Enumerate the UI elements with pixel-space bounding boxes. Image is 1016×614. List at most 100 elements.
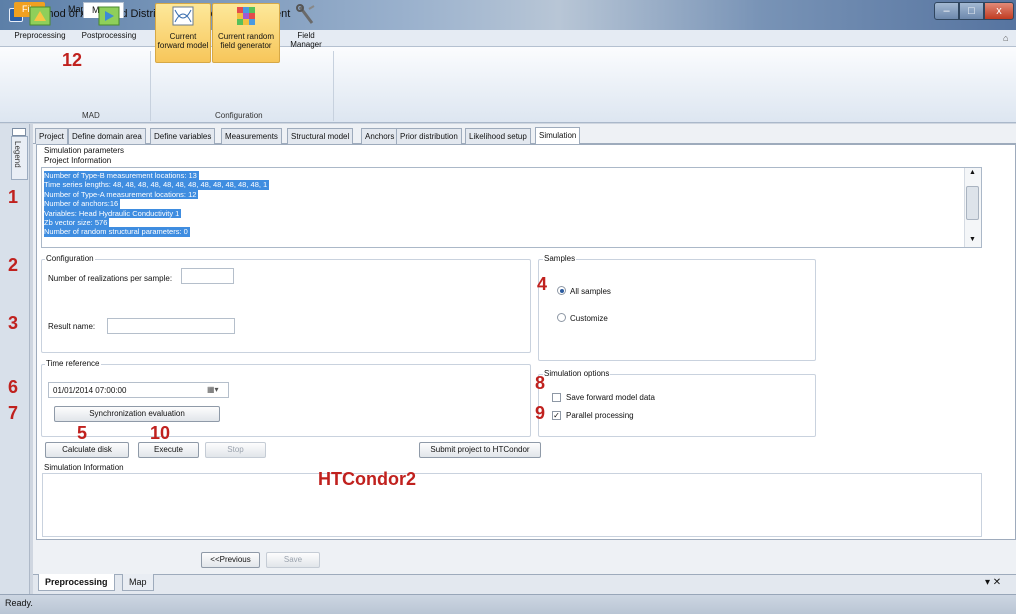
preprocessing-icon	[29, 6, 51, 26]
info-line: Number of Type-B measurement locations: …	[44, 171, 199, 181]
field-manager-label-2: Manager	[290, 40, 322, 49]
annotation-10: 10	[150, 423, 171, 443]
annotation-2: 2	[8, 255, 19, 275]
bottom-tab-map[interactable]: Map	[122, 574, 154, 591]
preprocessing-button[interactable]: Preprocessing	[13, 3, 67, 59]
ribbon-help-icon[interactable]: ⌂	[1003, 33, 1008, 43]
tab-define-domain-area[interactable]: Define domain area	[68, 128, 146, 144]
legend-label: Legend	[13, 141, 22, 168]
info-line: Variables: Head Hydraulic Conductivity 1	[44, 208, 182, 219]
maximize-button[interactable]: □	[959, 2, 984, 20]
postprocessing-label: Postprocessing	[81, 31, 137, 40]
save-forward-model-checkbox[interactable]	[552, 393, 561, 402]
simulation-parameters-label: Simulation parameters	[44, 146, 125, 155]
field-manager-button[interactable]: Field Manager	[284, 3, 328, 59]
current-random-field-generator-button[interactable]: Current random field generator	[212, 3, 280, 63]
info-line: Zb vector size: 576	[44, 218, 110, 228]
time-reference-label: Time reference	[45, 359, 101, 368]
forward-model-label-1: Current	[169, 32, 197, 41]
tab-anchors[interactable]: Anchors	[361, 128, 399, 144]
parallel-processing-checkbox[interactable]: ✓	[552, 411, 561, 420]
current-forward-model-button[interactable]: Current forward model	[155, 3, 211, 63]
forward-model-label-2: forward model	[157, 41, 209, 50]
tab-prior-distribution[interactable]: Prior distribution	[396, 128, 462, 144]
parallel-processing-label: Parallel processing	[566, 411, 634, 420]
tab-define-variables[interactable]: Define variables	[150, 128, 216, 144]
ribbon-group-mad: MAD	[82, 111, 100, 120]
save-forward-model-label: Save forward model data	[566, 393, 655, 402]
previous-button[interactable]: <<Previous	[201, 552, 260, 568]
preprocessing-label: Preprocessing	[14, 31, 66, 40]
scroll-thumb[interactable]	[966, 186, 979, 220]
annotation-htcondor2: HTCondor2	[318, 469, 416, 489]
all-samples-radio[interactable]	[557, 286, 566, 295]
tab-project[interactable]: Project	[35, 128, 68, 144]
annotation-1: 1	[8, 187, 19, 207]
datetime-picker[interactable]: 01/01/2014 07:00:00 ▦▾	[48, 382, 229, 398]
menu-bar	[0, 30, 1016, 47]
status-text: Ready.	[5, 598, 33, 608]
project-information-label: Project Information	[44, 156, 112, 165]
scroll-up-icon[interactable]: ▲	[969, 169, 976, 176]
calculate-disk-button[interactable]: Calculate disk	[45, 442, 129, 458]
info-line: Number of random structural parameters: …	[44, 227, 190, 237]
info-line: Time series lengths: 48, 48, 48, 48, 48,…	[44, 180, 270, 190]
bottom-panel-controls[interactable]: ▾ ✕	[985, 577, 1001, 588]
annotation-9: 9	[535, 403, 546, 423]
tab-likelihood-setup[interactable]: Likelihood setup	[465, 128, 531, 144]
simulation-information-label: Simulation Information	[44, 463, 124, 472]
submit-htcondor-button[interactable]: Submit project to HTCondor	[419, 442, 541, 458]
scroll-down-icon[interactable]: ▼	[969, 236, 976, 243]
annotation-7: 7	[8, 403, 19, 423]
samples-label: Samples	[543, 254, 577, 263]
time-reference-group	[41, 364, 531, 437]
result-name-label: Result name:	[48, 322, 96, 331]
execute-button[interactable]: Execute	[138, 442, 199, 458]
annotation-5: 5	[77, 423, 88, 443]
field-manager-label-1: Field	[297, 31, 315, 40]
datetime-value: 01/01/2014 07:00:00	[53, 386, 127, 395]
postprocessing-icon	[98, 6, 120, 26]
tab-simulation[interactable]: Simulation	[535, 127, 581, 144]
annotation-8: 8	[535, 373, 546, 393]
status-bar	[0, 594, 1016, 614]
dock-icon[interactable]	[12, 128, 26, 136]
annotation-6: 6	[8, 377, 19, 397]
info-line: Number of Type-A measurement locations: …	[44, 189, 199, 200]
annotation-12: 12	[62, 50, 83, 70]
bottom-tab-strip	[33, 574, 1016, 594]
simulation-options-label: Simulation options	[543, 369, 611, 378]
bottom-tab-preprocessing[interactable]: Preprocessing	[38, 574, 115, 591]
annotation-4: 4	[537, 274, 548, 294]
samples-group	[538, 259, 816, 361]
close-button[interactable]: x	[984, 2, 1014, 20]
calendar-dropdown-icon[interactable]: ▦▾	[207, 385, 219, 394]
random-field-icon	[237, 7, 255, 25]
result-name-input[interactable]	[107, 318, 235, 334]
ribbon-separator	[150, 51, 151, 121]
forward-model-icon	[172, 6, 194, 26]
tab-measurements[interactable]: Measurements	[221, 128, 282, 144]
configuration-label: Configuration	[45, 254, 95, 263]
simulation-information-area[interactable]	[42, 473, 982, 537]
random-field-label-1: Current random	[217, 32, 275, 41]
ribbon-separator	[333, 51, 334, 121]
customize-radio[interactable]	[557, 313, 566, 322]
ribbon	[0, 47, 1016, 123]
realizations-input[interactable]	[181, 268, 234, 284]
postprocessing-button[interactable]: Postprocessing	[71, 3, 147, 59]
random-field-label-2: field generator	[220, 41, 272, 50]
save-button[interactable]: Save	[266, 552, 320, 568]
stop-button[interactable]: Stop	[205, 442, 266, 458]
project-information-box[interactable]: Number of Type-B measurement locations: …	[41, 167, 982, 248]
info-line: Number of anchors:16	[44, 199, 121, 209]
tab-structural-model[interactable]: Structural model	[287, 128, 354, 144]
realizations-label: Number of realizations per sample:	[48, 274, 173, 283]
all-samples-label: All samples	[570, 287, 611, 296]
ribbon-group-configuration: Configuration	[215, 111, 263, 120]
minimize-button[interactable]: –	[934, 2, 959, 20]
annotation-3: 3	[8, 313, 19, 333]
wrench-icon	[296, 4, 315, 24]
customize-label: Customize	[570, 314, 608, 323]
synchronization-evaluation-button[interactable]: Synchronization evaluation	[54, 406, 220, 422]
